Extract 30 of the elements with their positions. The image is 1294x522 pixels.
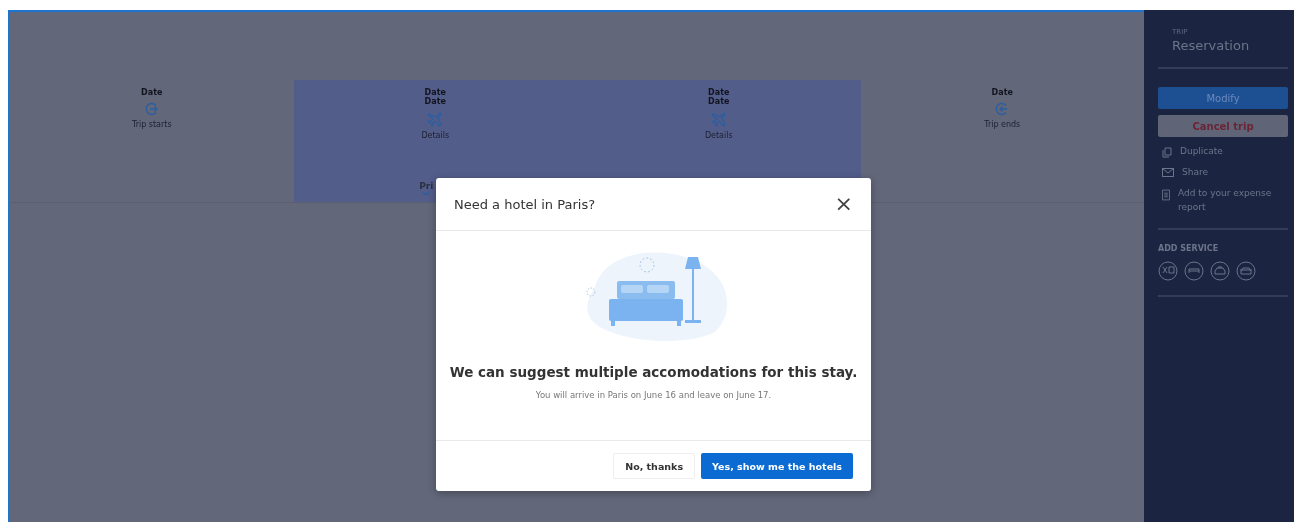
- dialog-title: Need a hotel in Paris?: [454, 196, 596, 212]
- hotel-icon[interactable]: [1184, 261, 1204, 281]
- mail-icon: [1162, 168, 1174, 177]
- date-label: Date: [424, 97, 446, 106]
- dialog-heading: We can suggest multiple accomodations for this stay.: [449, 364, 858, 380]
- airplane-icon: [710, 111, 727, 127]
- sidebar-title: Reservation: [1172, 38, 1251, 53]
- price-label: Pri: [419, 181, 434, 191]
- timeline-label: Trip ends: [984, 120, 1021, 129]
- receipt-icon: [1162, 189, 1170, 201]
- timeline-label: Details: [704, 131, 733, 140]
- timeline-label: Trip starts: [131, 120, 172, 129]
- date-label: Date: [708, 97, 730, 106]
- date-label: Date: [424, 88, 446, 97]
- confirm-button[interactable]: Yes, show me the hotels: [701, 453, 853, 479]
- action-link[interactable]: Duplicate: [1180, 144, 1223, 158]
- action-link[interactable]: Add to your expense report: [1178, 186, 1288, 214]
- section-heading: ADD SERVICE: [1158, 244, 1220, 253]
- timeline-label: Details: [421, 131, 450, 140]
- date-label: Date: [991, 88, 1013, 97]
- close-button[interactable]: ×: [834, 193, 853, 215]
- copy-icon: [1162, 147, 1172, 158]
- cancel-button[interactable]: Cancel trip: [1158, 115, 1288, 137]
- action-link[interactable]: Share: [1182, 165, 1208, 179]
- decline-button[interactable]: No, thanks: [613, 453, 696, 479]
- dialog-message: You will arrive in Paris on June 16 and leave on June 17.: [535, 390, 772, 400]
- modify-button[interactable]: Modify: [1158, 87, 1288, 109]
- airplane-icon: [427, 111, 444, 127]
- date-label: Date: [708, 88, 730, 97]
- date-label: Date: [141, 88, 163, 97]
